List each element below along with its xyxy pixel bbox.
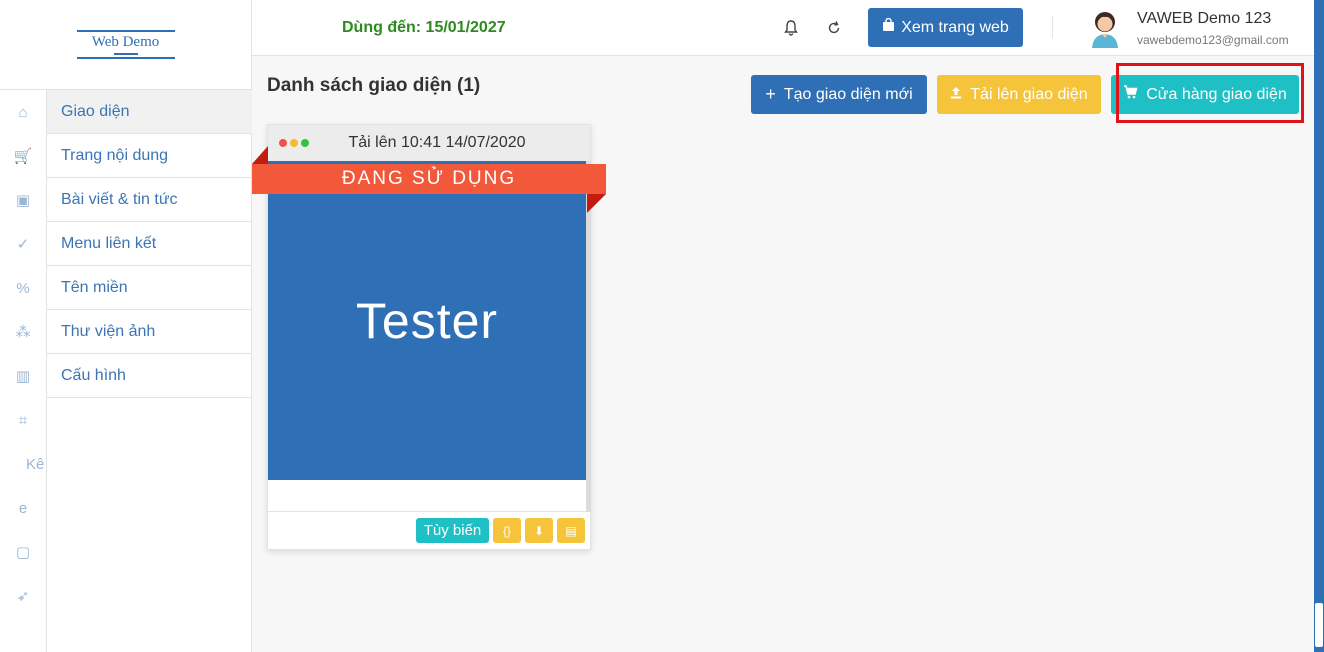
page-title: Danh sách giao diện (1) (267, 75, 481, 96)
upload-icon (950, 86, 962, 104)
upload-theme-label: Tải lên giao diện (970, 85, 1088, 103)
code-icon: {} (502, 523, 511, 538)
cart-icon[interactable]: 🛒 (0, 134, 46, 178)
highlight-box (1116, 63, 1304, 123)
ribbon-fold-right (587, 194, 606, 213)
file-button[interactable]: ▤ (557, 518, 585, 543)
rocket-icon[interactable]: ➶ (0, 574, 46, 618)
upload-time: Tải lên 10:41 14/07/2020 (348, 134, 526, 151)
page-scrollbar-thumb[interactable] (1315, 603, 1323, 647)
sidebar-item-giao-dien[interactable]: Giao diện (47, 90, 252, 134)
in-use-ribbon: ĐANG SỬ DỤNG (252, 164, 606, 194)
refresh-icon[interactable] (827, 20, 841, 40)
view-site-button[interactable]: Xem trang web (868, 8, 1023, 47)
home-icon[interactable]: ⌂ (0, 90, 46, 134)
customize-button[interactable]: Tùy biến (416, 518, 489, 543)
header: Dùng đến: 15/01/2027 Xem trang web VAWEB… (252, 0, 1324, 56)
sidebar-item-cau-hinh[interactable]: Cấu hình (47, 354, 252, 398)
icon-rail: ⌂ 🛒 ▣ ✓ % ⁂ ▥ ⌗ Kê e ▢ ➶ (0, 90, 47, 652)
sidebar-menu: Giao diện Trang nội dung Bài viết & tin … (47, 90, 252, 398)
sidebar: Web Demo ⌂ 🛒 ▣ ✓ % ⁂ ▥ ⌗ Kê e ▢ ➶ Giao d… (0, 0, 252, 652)
file-icon: ▤ (565, 523, 577, 538)
card-window-bar: Tải lên 10:41 14/07/2020 (268, 125, 590, 161)
sidebar-item-menu-lien-ket[interactable]: Menu liên kết (47, 222, 252, 266)
user-email: vawebdemo123@gmail.com (1137, 33, 1289, 47)
bell-icon[interactable] (784, 20, 798, 40)
crop-icon[interactable]: ⌗ (0, 398, 46, 442)
ribbon-fold-left (252, 146, 268, 164)
upload-theme-button[interactable]: Tải lên giao diện (937, 75, 1101, 114)
download-icon: ⬇ (533, 523, 545, 538)
shopping-bag-icon[interactable]: ▢ (0, 530, 46, 574)
chart-icon[interactable]: ▥ (0, 354, 46, 398)
user-check-icon[interactable]: ✓ (0, 222, 46, 266)
logo-area: Web Demo (0, 0, 251, 90)
sidebar-item-thu-vien-anh[interactable]: Thư viện ảnh (47, 310, 252, 354)
create-theme-button[interactable]: + Tạo giao diện mới (751, 75, 927, 114)
percent-icon[interactable]: % (0, 266, 46, 310)
logo-text: Web Demo (91, 34, 160, 50)
bag-icon[interactable]: ▣ (0, 178, 46, 222)
card-actions: Tùy biến {} ⬇ ▤ (416, 518, 585, 543)
code-button[interactable]: {} (493, 518, 521, 543)
preview-text: Tester (355, 292, 499, 349)
download-button[interactable]: ⬇ (525, 518, 553, 543)
header-divider (1052, 16, 1053, 38)
plus-icon: + (765, 84, 776, 104)
create-theme-label: Tạo giao diện mới (783, 85, 913, 103)
preview-scrollbar[interactable] (586, 161, 591, 512)
page-scrollbar[interactable] (1314, 0, 1324, 652)
theme-preview[interactable]: Tester (268, 161, 586, 480)
network-icon[interactable]: ⁂ (0, 310, 46, 354)
avatar[interactable] (1087, 8, 1123, 48)
logo[interactable]: Web Demo (76, 28, 175, 61)
user-name[interactable]: VAWEB Demo 123 (1137, 10, 1271, 28)
sidebar-item-trang-noi-dung[interactable]: Trang nội dung (47, 134, 252, 178)
sidebar-item-ten-mien[interactable]: Tên miền (47, 266, 252, 310)
view-site-label: Xem trang web (901, 18, 1009, 36)
shopping-bag-icon (882, 17, 895, 37)
browser-icon[interactable]: e (0, 486, 46, 530)
expiry-date: Dùng đến: 15/01/2027 (342, 19, 506, 36)
preview-bottom (268, 480, 586, 512)
sidebar-item-bai-viet[interactable]: Bài viết & tin tức (47, 178, 252, 222)
rail-text-fragment: Kê (26, 455, 45, 473)
